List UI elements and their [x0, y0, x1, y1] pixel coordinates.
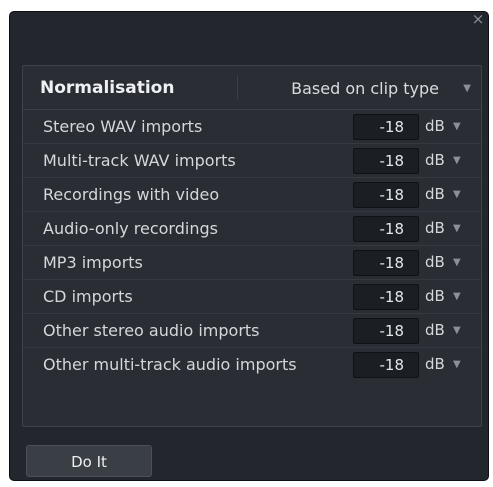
table-row: Other stereo audio imports -18 dB ▼ — [23, 314, 481, 348]
row-label: MP3 imports — [43, 253, 143, 272]
close-icon[interactable]: × — [470, 11, 486, 27]
unit-label: dB — [425, 321, 445, 339]
unit-label: dB — [425, 185, 445, 203]
table-row: Recordings with video -18 dB ▼ — [23, 178, 481, 212]
row-label: Recordings with video — [43, 185, 220, 204]
unit-dropdown[interactable]: dB ▼ — [425, 355, 471, 377]
table-row: Stereo WAV imports -18 dB ▼ — [23, 110, 481, 144]
chevron-down-icon: ▼ — [453, 359, 461, 370]
level-value: -18 — [379, 356, 405, 374]
chevron-down-icon: ▼ — [453, 155, 461, 166]
unit-label: dB — [425, 151, 445, 169]
unit-dropdown[interactable]: dB ▼ — [425, 151, 471, 173]
unit-label: dB — [425, 253, 445, 271]
row-label: Other stereo audio imports — [43, 321, 260, 340]
chevron-down-icon: ▼ — [463, 83, 471, 94]
do-it-button[interactable]: Do It — [26, 445, 152, 477]
level-input[interactable]: -18 — [353, 114, 419, 140]
level-value: -18 — [379, 186, 405, 204]
level-value: -18 — [379, 220, 405, 238]
unit-label: dB — [425, 117, 445, 135]
panel-title: Normalisation — [40, 78, 175, 98]
level-input[interactable]: -18 — [353, 352, 419, 378]
panel-header: Normalisation Based on clip type ▼ — [23, 66, 481, 110]
chevron-down-icon: ▼ — [453, 291, 461, 302]
header-divider — [237, 75, 238, 99]
level-input[interactable]: -18 — [353, 216, 419, 242]
chevron-down-icon: ▼ — [453, 121, 461, 132]
level-value: -18 — [379, 288, 405, 306]
unit-label: dB — [425, 355, 445, 373]
unit-dropdown[interactable]: dB ▼ — [425, 287, 471, 309]
row-label: Other multi-track audio imports — [43, 355, 297, 374]
normalisation-panel: Normalisation Based on clip type ▼ Stere… — [22, 65, 482, 427]
level-value: -18 — [379, 322, 405, 340]
row-label: Multi-track WAV imports — [43, 151, 236, 170]
table-row: CD imports -18 dB ▼ — [23, 280, 481, 314]
table-row: MP3 imports -18 dB ▼ — [23, 246, 481, 280]
level-input[interactable]: -18 — [353, 148, 419, 174]
level-input[interactable]: -18 — [353, 318, 419, 344]
table-row: Audio-only recordings -18 dB ▼ — [23, 212, 481, 246]
unit-dropdown[interactable]: dB ▼ — [425, 219, 471, 241]
row-label: CD imports — [43, 287, 133, 306]
chevron-down-icon: ▼ — [453, 223, 461, 234]
unit-label: dB — [425, 287, 445, 305]
level-value: -18 — [379, 118, 405, 136]
row-label: Stereo WAV imports — [43, 117, 203, 136]
table-row: Other multi-track audio imports -18 dB ▼ — [23, 348, 481, 382]
unit-dropdown[interactable]: dB ▼ — [425, 117, 471, 139]
unit-dropdown[interactable]: dB ▼ — [425, 185, 471, 207]
table-row: Multi-track WAV imports -18 dB ▼ — [23, 144, 481, 178]
normalisation-mode-value: Based on clip type — [291, 79, 439, 98]
level-value: -18 — [379, 152, 405, 170]
level-input[interactable]: -18 — [353, 284, 419, 310]
unit-dropdown[interactable]: dB ▼ — [425, 321, 471, 343]
do-it-label: Do It — [71, 453, 107, 471]
unit-dropdown[interactable]: dB ▼ — [425, 253, 471, 275]
normalisation-mode-dropdown[interactable]: Based on clip type ▼ — [253, 74, 479, 102]
level-input[interactable]: -18 — [353, 182, 419, 208]
level-value: -18 — [379, 254, 405, 272]
row-label: Audio-only recordings — [43, 219, 218, 238]
unit-label: dB — [425, 219, 445, 237]
chevron-down-icon: ▼ — [453, 325, 461, 336]
chevron-down-icon: ▼ — [453, 189, 461, 200]
chevron-down-icon: ▼ — [453, 257, 461, 268]
level-input[interactable]: -18 — [353, 250, 419, 276]
